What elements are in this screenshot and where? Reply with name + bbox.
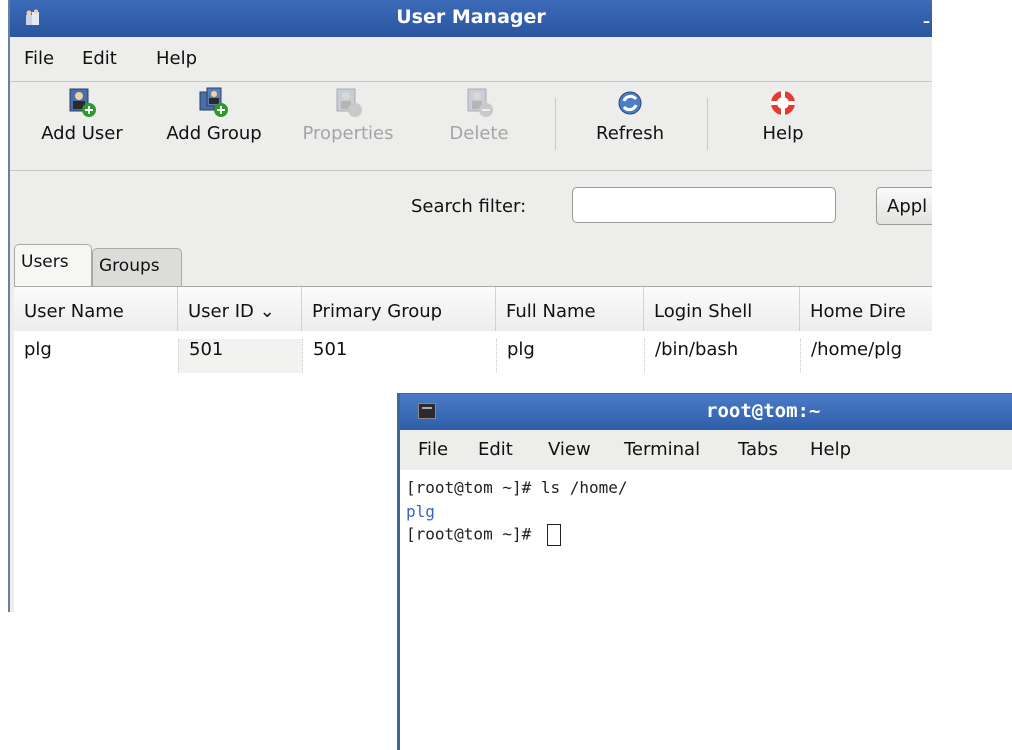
column-header-primary-group[interactable]: Primary Group — [302, 287, 496, 331]
add-group-icon — [199, 87, 228, 117]
terminal-title: root@tom:~ — [706, 400, 821, 422]
tab-groups[interactable]: Groups — [92, 248, 182, 286]
cell-user-id: 501 — [178, 339, 302, 373]
terminal-prompt: [root@tom ~]# — [406, 524, 541, 544]
add-group-button[interactable]: Add Group — [158, 86, 270, 144]
terminal-menu-terminal[interactable]: Terminal — [624, 439, 700, 460]
properties-icon — [336, 88, 362, 117]
menu-file[interactable]: File — [24, 48, 54, 69]
column-header-home-directory[interactable]: Home Dire — [800, 287, 932, 331]
search-filter-input[interactable] — [572, 187, 836, 223]
refresh-label: Refresh — [596, 123, 664, 144]
help-label: Help — [762, 123, 804, 144]
terminal-menu-tabs[interactable]: Tabs — [738, 439, 778, 460]
terminal-menu-view[interactable]: View — [548, 439, 591, 460]
user-manager-menubar: File Edit Help — [10, 38, 932, 80]
cell-full-name: plg — [496, 339, 644, 373]
column-header-login-shell[interactable]: Login Shell — [644, 287, 800, 331]
terminal-prompt-line: [root@tom ~]# — [406, 524, 561, 546]
terminal-titlebar[interactable]: root@tom:~ — [400, 394, 1012, 430]
help-button[interactable]: Help — [748, 86, 818, 144]
cell-user-name: plg — [24, 339, 52, 360]
toolbar: Add User Add Group Properties Delete Ref… — [10, 82, 932, 170]
add-user-button[interactable]: Add User — [30, 86, 134, 144]
window-title: User Manager — [396, 6, 546, 28]
user-manager-titlebar[interactable]: User Manager – — [10, 0, 932, 37]
terminal-line-directory: plg — [406, 502, 435, 521]
add-group-label: Add Group — [166, 123, 262, 144]
refresh-button[interactable]: Refresh — [580, 86, 680, 144]
toolbar-divider — [10, 170, 932, 171]
terminal-menubar: File Edit View Terminal Tabs Help — [400, 430, 1012, 470]
cell-primary-group: 501 — [302, 339, 496, 373]
menu-help[interactable]: Help — [156, 48, 197, 69]
search-filter-label: Search filter: — [411, 196, 527, 217]
delete-icon — [467, 88, 493, 117]
toolbar-separator — [707, 98, 708, 150]
column-header-user-name[interactable]: User Name — [14, 287, 178, 331]
terminal-output[interactable]: [root@tom ~]# ls /home/ plg [root@tom ~]… — [400, 470, 1012, 750]
column-header-user-id[interactable]: User ID ⌄ — [178, 287, 302, 331]
terminal-menu-file[interactable]: File — [418, 439, 448, 460]
menu-edit[interactable]: Edit — [82, 48, 117, 69]
properties-button[interactable]: Properties — [288, 86, 408, 144]
cell-home-directory: /home/plg — [800, 339, 932, 373]
minimize-button[interactable]: – — [923, 14, 930, 30]
terminal-app-icon — [418, 403, 436, 419]
help-lifebuoy-icon — [771, 91, 795, 115]
column-header-full-name[interactable]: Full Name — [496, 287, 644, 331]
terminal-window: root@tom:~ File Edit View Terminal Tabs … — [397, 393, 1012, 750]
refresh-icon — [618, 91, 642, 115]
properties-label: Properties — [302, 123, 394, 144]
apply-filter-button[interactable]: Appl — [876, 187, 932, 225]
add-user-icon — [69, 88, 96, 117]
toolbar-separator — [555, 98, 556, 150]
terminal-menu-edit[interactable]: Edit — [478, 439, 513, 460]
delete-label: Delete — [449, 123, 509, 144]
cell-login-shell: /bin/bash — [644, 339, 800, 373]
tab-users[interactable]: Users — [14, 244, 92, 286]
terminal-cursor — [546, 524, 561, 546]
terminal-menu-help[interactable]: Help — [810, 439, 851, 460]
delete-button[interactable]: Delete — [434, 86, 524, 144]
terminal-line: [root@tom ~]# ls /home/ — [406, 478, 628, 497]
add-user-label: Add User — [41, 123, 123, 144]
